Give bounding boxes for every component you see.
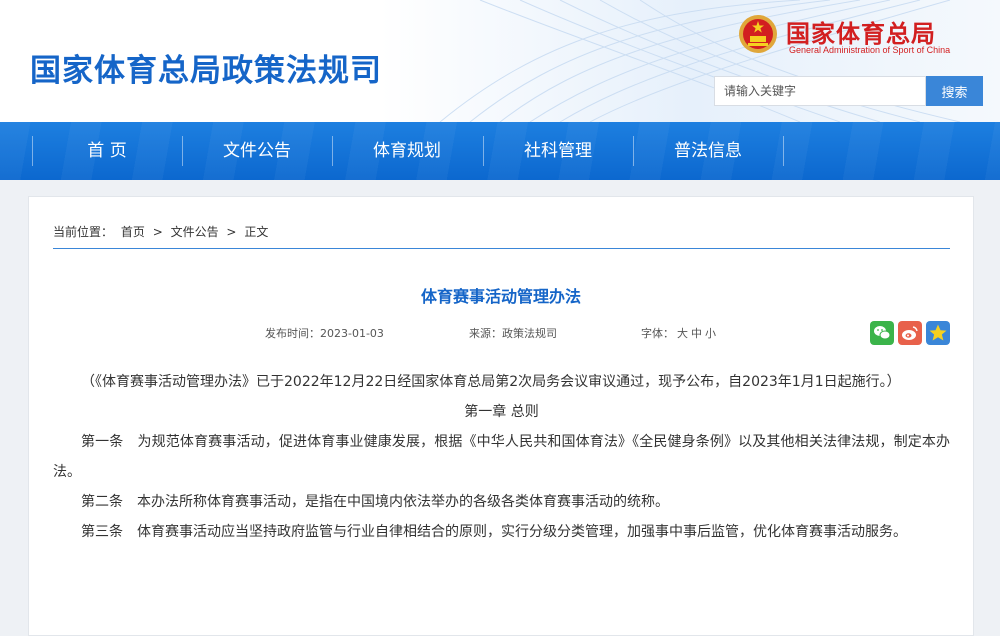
nav-item-planning[interactable]: 体育规划	[332, 122, 482, 180]
site-header: 国家体育总局政策法规司 国家体育总局 General Administratio…	[0, 0, 1000, 122]
article-body: （《体育赛事活动管理办法》已于2022年12月22日经国家体育总局第2次局务会议…	[53, 367, 950, 547]
breadcrumb: 当前位置： 首页 > 文件公告 > 正文	[53, 223, 272, 240]
article-clause: 第二条 本办法所称体育赛事活动，是指在中国境内依法举办的各级各类体育赛事活动的统…	[81, 494, 669, 510]
nav-separator	[783, 136, 784, 166]
wechat-icon[interactable]	[870, 321, 894, 345]
national-emblem-icon	[739, 15, 777, 53]
article-clause: 第三条 体育赛事活动应当坚持政府监管与行业自律相结合的原则，实行分级分类管理，加…	[81, 524, 907, 540]
nav-item-legal-info[interactable]: 普法信息	[633, 122, 783, 180]
nav-item-social-science[interactable]: 社科管理	[483, 122, 633, 180]
favorite-star-icon[interactable]	[926, 321, 950, 345]
article-intro: （《体育赛事活动管理办法》已于2022年12月22日经国家体育总局第2次局务会议…	[81, 374, 901, 390]
breadcrumb-separator: >	[152, 225, 163, 239]
nav-item-documents[interactable]: 文件公告	[182, 122, 332, 180]
org-name-en: General Administration of Sport of China	[789, 45, 951, 55]
breadcrumb-home[interactable]: 首页	[121, 225, 145, 239]
font-size-label: 字体：	[641, 327, 674, 340]
font-size-small[interactable]: 小	[705, 327, 716, 340]
breadcrumb-documents[interactable]: 文件公告	[171, 225, 219, 239]
chapter-heading: 第一章 总则	[464, 404, 539, 420]
font-size-medium[interactable]: 中	[691, 327, 702, 340]
nav-item-home[interactable]: 首 页	[32, 122, 182, 180]
main-nav: 首 页 文件公告 体育规划 社科管理 普法信息	[0, 122, 1000, 180]
font-size-control: 字体：大中小	[641, 325, 716, 341]
weibo-icon[interactable]	[898, 321, 922, 345]
search-input[interactable]	[714, 76, 926, 106]
breadcrumb-current: 正文	[244, 225, 269, 239]
article-title: 体育赛事活动管理办法	[420, 287, 581, 306]
breadcrumb-divider	[53, 248, 950, 249]
article-panel: 当前位置： 首页 > 文件公告 > 正文 体育赛事活动管理办法 发布时间：202…	[28, 196, 974, 636]
article-source: 来源：政策法规司	[469, 327, 557, 340]
search-button[interactable]: 搜索	[926, 76, 983, 106]
breadcrumb-separator: >	[226, 225, 237, 239]
font-size-large[interactable]: 大	[677, 327, 688, 340]
site-title: 国家体育总局政策法规司	[30, 53, 382, 89]
breadcrumb-prefix: 当前位置：	[53, 225, 114, 239]
publish-date: 发布时间：2023-01-03	[265, 327, 384, 340]
org-name-cn: 国家体育总局	[786, 20, 936, 48]
article-clause: 第一条 为规范体育赛事活动，促进体育事业健康发展，根据《中华人民共和国体育法》《…	[53, 434, 950, 480]
